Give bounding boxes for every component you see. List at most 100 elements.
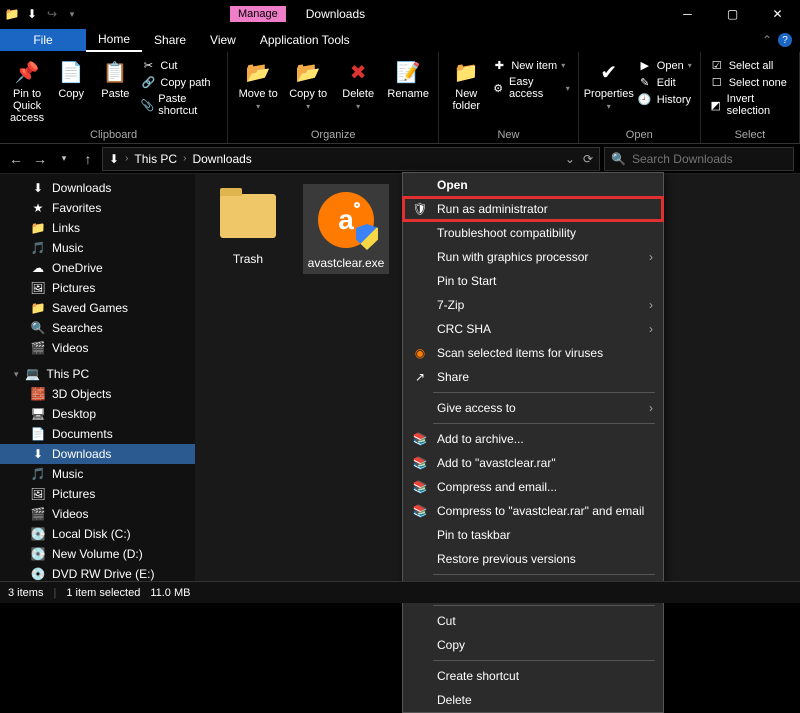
move-to-button[interactable]: 📂Move to▾ [234,54,282,111]
ctx-compress-email[interactable]: 📚Compress and email... [403,475,663,499]
tree-downloads-current[interactable]: ⬇Downloads [0,444,195,464]
tree-pictures[interactable]: 🖼Pictures [0,278,195,298]
new-item-button[interactable]: ✚New item ▾ [489,58,571,73]
forward-button[interactable]: → [30,149,50,169]
ctx-give-access[interactable]: Give access to› [403,396,663,420]
recent-dropdown[interactable]: ▾ [54,149,74,169]
paste-button[interactable]: 📋Paste [94,54,136,100]
tree-thispc[interactable]: ▾💻This PC [0,364,195,384]
tree-localc[interactable]: 💽Local Disk (C:) [0,524,195,544]
chevron-down-icon[interactable]: ▾ [14,369,19,380]
ctx-scan[interactable]: ◉Scan selected items for viruses [403,341,663,365]
open-small-button[interactable]: ▶Open ▾ [635,58,694,73]
tree-dvd[interactable]: 💿DVD RW Drive (E:) [0,564,195,581]
tree-documents[interactable]: 📄Documents [0,424,195,444]
history-button[interactable]: 🕘History [635,92,694,107]
down-icon[interactable]: ⬇ [24,7,40,21]
tree-videos2[interactable]: 🎬Videos [0,504,195,524]
maximize-button[interactable]: ▢ [710,0,755,28]
ctx-run-as-admin[interactable]: 🛡Run as administrator [403,197,663,221]
ctx-cut[interactable]: Cut [403,609,663,633]
disk-icon: 💽 [30,527,46,541]
pin-quick-access-button[interactable]: 📌Pin to Quick access [6,54,48,124]
breadcrumb-downloads[interactable]: Downloads [192,152,251,166]
ctx-troubleshoot[interactable]: Troubleshoot compatibility [403,221,663,245]
tree-3dobjects[interactable]: 🧱3D Objects [0,384,195,404]
tab-file[interactable]: File [0,29,86,51]
search-input[interactable] [632,152,787,166]
copy-button[interactable]: 📄Copy [50,54,92,100]
address-path[interactable]: ⬇ › This PC › Downloads ⌄ ⟳ [102,147,600,171]
tree-savedgames[interactable]: 📁Saved Games [0,298,195,318]
tab-home[interactable]: Home [86,28,142,52]
tab-view[interactable]: View [198,29,248,51]
breadcrumb-thispc[interactable]: This PC [134,152,177,166]
properties-button[interactable]: ✔Properties▾ [585,54,633,111]
pictures-icon: 🖼 [30,281,46,295]
help-icon[interactable]: ? [778,33,792,47]
ctx-compress-to[interactable]: 📚Compress to "avastclear.rar" and email [403,499,663,523]
file-avastclear[interactable]: a avastclear.exe [303,184,389,274]
tab-share[interactable]: Share [142,29,198,51]
chevron-right-icon: › [649,298,653,312]
copy-path-button[interactable]: 🔗Copy path [138,75,221,90]
tree-music[interactable]: 🎵Music [0,238,195,258]
select-none-button[interactable]: ☐Select none [707,75,793,90]
refresh-icon[interactable]: ⟳ [583,152,593,166]
rename-button[interactable]: 📝Rename [384,54,432,100]
ctx-share[interactable]: ↗Share [403,365,663,389]
tree-videos[interactable]: 🎬Videos [0,338,195,358]
dropdown-icon[interactable]: ▾ [64,9,80,20]
copy-to-button[interactable]: 📂Copy to▾ [284,54,332,111]
back-button[interactable]: ← [6,149,26,169]
tree-links[interactable]: 📁Links [0,218,195,238]
delete-button[interactable]: ✖Delete▾ [334,54,382,111]
paste-shortcut-button[interactable]: 📎Paste shortcut [138,92,221,118]
ctx-restore[interactable]: Restore previous versions [403,547,663,571]
ctx-add-rar[interactable]: 📚Add to "avastclear.rar" [403,451,663,475]
chevron-right-icon[interactable]: › [125,153,128,164]
ctx-open[interactable]: Open [403,173,663,197]
ctx-create-shortcut[interactable]: Create shortcut [403,664,663,688]
select-all-button[interactable]: ☑Select all [707,58,793,73]
ctx-graphics[interactable]: Run with graphics processor› [403,245,663,269]
invert-selection-button[interactable]: ◩Invert selection [707,92,793,118]
tree-music2[interactable]: 🎵Music [0,464,195,484]
ctx-7zip[interactable]: 7-Zip› [403,293,663,317]
address-bar: ← → ▾ ↑ ⬇ › This PC › Downloads ⌄ ⟳ 🔍 [0,144,800,174]
ctx-pin-taskbar[interactable]: Pin to taskbar [403,523,663,547]
avast-icon: a [318,192,374,248]
tree-searches[interactable]: 🔍Searches [0,318,195,338]
up-button[interactable]: ↑ [78,149,98,169]
status-size: 11.0 MB [150,587,190,599]
ctx-copy[interactable]: Copy [403,633,663,657]
minimize-button[interactable]: ─ [665,0,710,28]
file-trash[interactable]: Trash [205,184,291,274]
music-icon: 🎵 [30,241,46,255]
easy-access-button[interactable]: ⚙Easy access ▾ [489,75,571,101]
edit-button[interactable]: ✎Edit [635,75,694,90]
chevron-right-icon[interactable]: › [183,153,186,164]
manage-tab[interactable]: Manage [230,6,286,22]
close-button[interactable]: ✕ [755,0,800,28]
ctx-add-archive[interactable]: 📚Add to archive... [403,427,663,451]
redo-icon[interactable]: ↪ [44,7,60,21]
tab-apptools[interactable]: Application Tools [248,29,362,51]
navigation-pane[interactable]: ⬇Downloads ★Favorites 📁Links 🎵Music ☁One… [0,174,195,581]
tree-newvolume[interactable]: 💽New Volume (D:) [0,544,195,564]
tree-desktop[interactable]: 🖥Desktop [0,404,195,424]
cut-button[interactable]: ✂Cut [138,58,221,73]
delete-icon: ✖ [344,58,372,86]
ctx-pin-start[interactable]: Pin to Start [403,269,663,293]
tree-downloads[interactable]: ⬇Downloads [0,178,195,198]
ctx-crcsha[interactable]: CRC SHA› [403,317,663,341]
group-new-label: New [497,127,519,143]
collapse-ribbon-icon[interactable]: ⌃ [762,33,772,47]
ctx-delete[interactable]: Delete [403,688,663,712]
tree-favorites[interactable]: ★Favorites [0,198,195,218]
address-dropdown-icon[interactable]: ⌄ [565,152,575,166]
search-box[interactable]: 🔍 [604,147,794,171]
tree-pictures2[interactable]: 🖼Pictures [0,484,195,504]
tree-onedrive[interactable]: ☁OneDrive [0,258,195,278]
new-folder-button[interactable]: 📁New folder [445,54,487,112]
